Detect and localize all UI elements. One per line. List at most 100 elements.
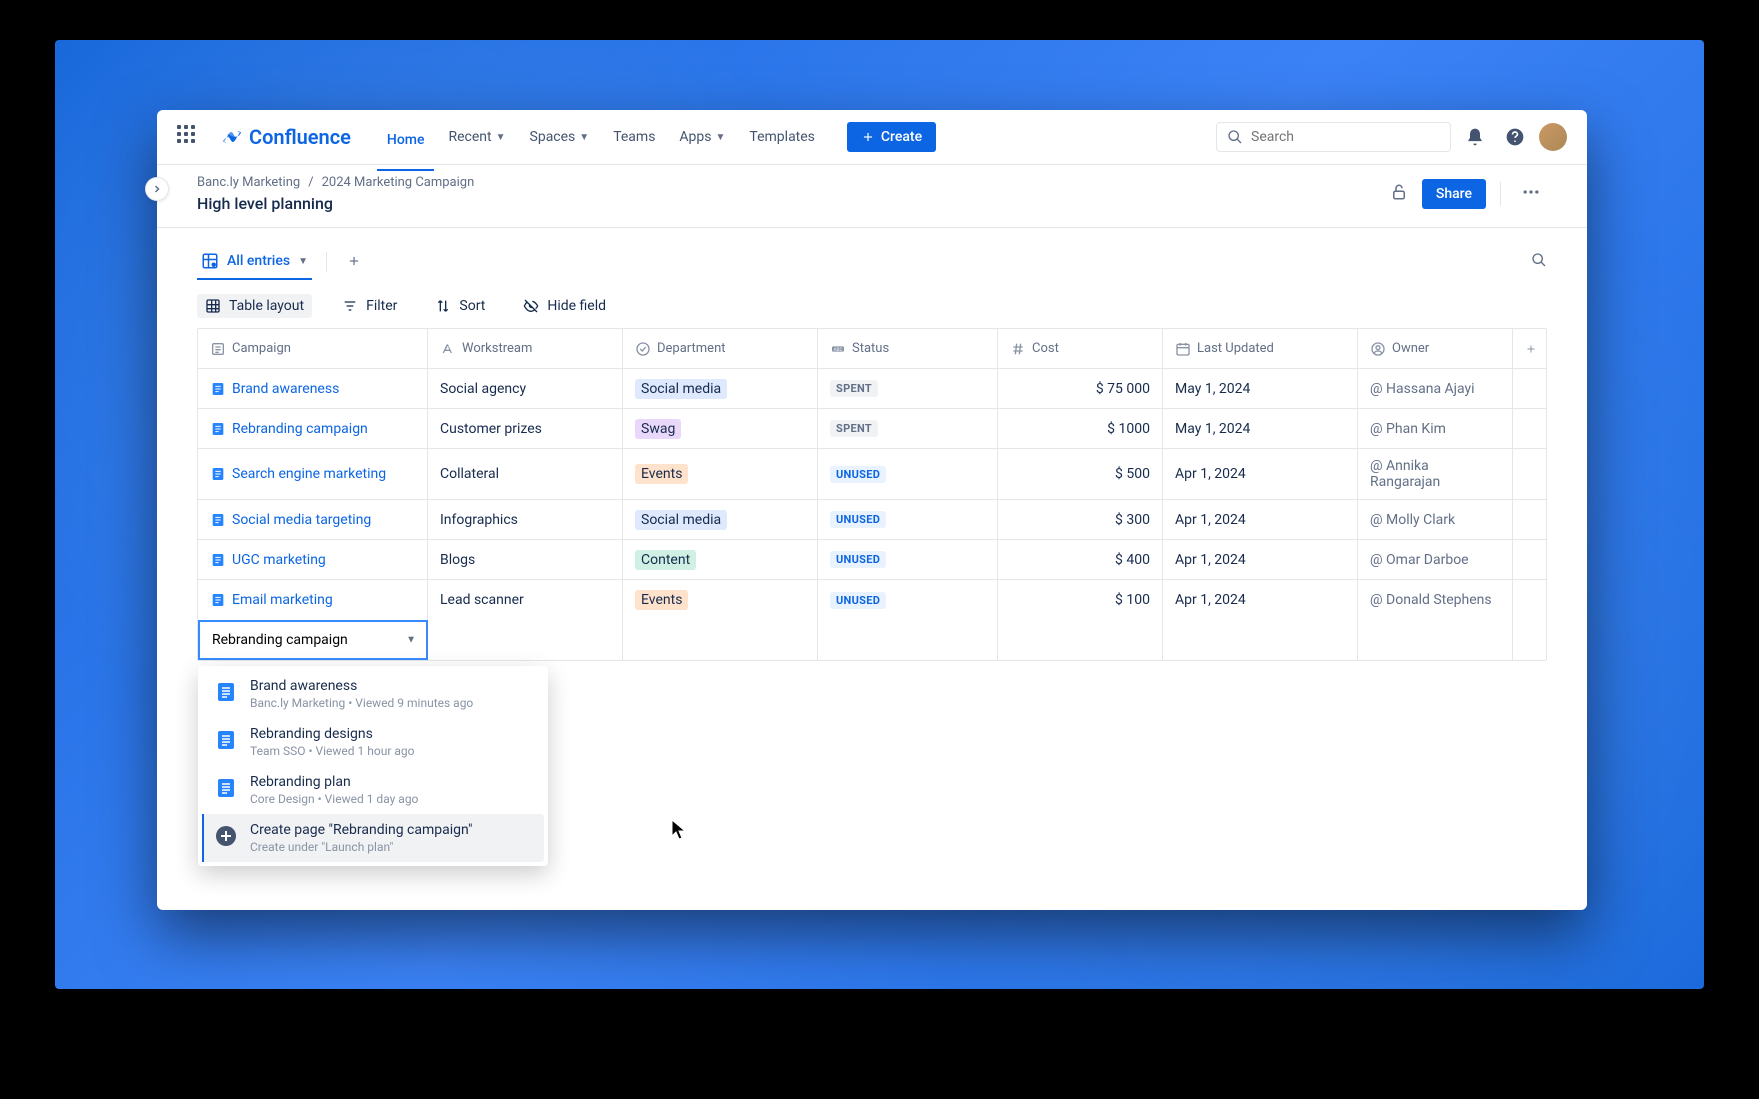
cost-cell[interactable]: $ 100 <box>998 580 1163 620</box>
workstream-cell[interactable]: Infographics <box>428 500 623 539</box>
cost-cell[interactable]: $ 400 <box>998 540 1163 579</box>
chevron-down-icon[interactable]: ▼ <box>406 635 416 646</box>
app-window: Confluence HomeRecent▼Spaces▼TeamsApps▼T… <box>157 110 1587 910</box>
column-header-campaign[interactable]: Campaign <box>198 329 428 368</box>
workstream-cell[interactable]: Lead scanner <box>428 580 623 620</box>
owner-cell[interactable]: @ Molly Clark <box>1358 500 1513 539</box>
campaign-cell[interactable]: Social media targeting <box>198 500 428 539</box>
owner-cell[interactable]: @ Omar Darboe <box>1358 540 1513 579</box>
table-row: UGC marketingBlogsContentUNUSED$ 400Apr … <box>198 540 1546 580</box>
view-search-icon[interactable] <box>1531 252 1547 272</box>
breadcrumb-page[interactable]: 2024 Marketing Campaign <box>322 175 475 190</box>
confluence-logo[interactable]: Confluence <box>221 125 351 149</box>
cost-cell[interactable]: $ 1000 <box>998 409 1163 448</box>
status-cell[interactable]: SPENT <box>818 369 998 408</box>
sort-button[interactable]: Sort <box>427 294 493 318</box>
updated-cell[interactable]: May 1, 2024 <box>1163 409 1358 448</box>
workstream-cell[interactable]: Collateral <box>428 449 623 499</box>
owner-cell[interactable]: @ Hassana Ajayi <box>1358 369 1513 408</box>
table-row: Social media targetingInfographicsSocial… <box>198 500 1546 540</box>
campaign-cell[interactable]: Rebranding campaign <box>198 409 428 448</box>
updated-cell[interactable]: Apr 1, 2024 <box>1163 540 1358 579</box>
chevron-down-icon: ▼ <box>716 132 726 143</box>
hide-field-button[interactable]: Hide field <box>515 294 614 318</box>
status-cell[interactable]: SPENT <box>818 409 998 448</box>
nav-item-teams[interactable]: Teams <box>603 121 665 153</box>
updated-cell[interactable]: Apr 1, 2024 <box>1163 500 1358 539</box>
primary-nav: HomeRecent▼Spaces▼TeamsApps▼Templates <box>377 121 825 153</box>
nav-item-home[interactable]: Home <box>377 121 435 171</box>
restrictions-icon[interactable] <box>1390 183 1408 205</box>
autocomplete-page-option[interactable]: Rebranding designsTeam SSO • Viewed 1 ho… <box>202 718 544 766</box>
page-header: Banc.ly Marketing / 2024 Marketing Campa… <box>157 165 1587 228</box>
nav-item-recent[interactable]: Recent▼ <box>438 121 515 153</box>
department-cell[interactable]: Swag <box>623 409 818 448</box>
column-header-last-updated[interactable]: Last Updated <box>1163 329 1358 368</box>
department-cell[interactable]: Events <box>623 580 818 620</box>
status-cell[interactable]: UNUSED <box>818 449 998 499</box>
workstream-cell[interactable]: Social agency <box>428 369 623 408</box>
cost-cell[interactable]: $ 75 000 <box>998 369 1163 408</box>
search-input[interactable] <box>1216 122 1451 152</box>
user-avatar[interactable] <box>1539 123 1567 151</box>
add-view-button[interactable] <box>341 247 367 278</box>
expand-sidebar-button[interactable] <box>145 177 169 201</box>
breadcrumb-space[interactable]: Banc.ly Marketing <box>197 175 300 190</box>
nav-item-spaces[interactable]: Spaces▼ <box>520 121 600 153</box>
more-actions-icon[interactable] <box>1515 176 1547 212</box>
workstream-cell[interactable]: Customer prizes <box>428 409 623 448</box>
owner-cell[interactable]: @ Annika Rangarajan <box>1358 449 1513 499</box>
table-layout-button[interactable]: Table layout <box>197 294 312 318</box>
top-navigation: Confluence HomeRecent▼Spaces▼TeamsApps▼T… <box>157 110 1587 165</box>
table-header-row: CampaignWorkstreamDepartmentABCStatusCos… <box>198 329 1546 369</box>
chevron-down-icon: ▼ <box>496 132 506 143</box>
autocomplete-create-option[interactable]: Create page "Rebranding campaign"Create … <box>202 814 544 862</box>
cost-cell[interactable]: $ 500 <box>998 449 1163 499</box>
table-row: Search engine marketingCollateralEventsU… <box>198 449 1546 500</box>
autocomplete-page-option[interactable]: Brand awarenessBanc.ly Marketing • Viewe… <box>202 670 544 718</box>
autocomplete-page-option[interactable]: Rebranding planCore Design • Viewed 1 da… <box>202 766 544 814</box>
campaign-input-cell[interactable]: ▼ Brand awarenessBanc.ly Marketing • Vie… <box>198 620 428 660</box>
notifications-icon[interactable] <box>1459 121 1491 153</box>
create-button[interactable]: Create <box>847 122 936 152</box>
cost-cell[interactable]: $ 300 <box>998 500 1163 539</box>
department-cell[interactable]: Social media <box>623 500 818 539</box>
campaign-cell[interactable]: UGC marketing <box>198 540 428 579</box>
chevron-down-icon: ▼ <box>298 256 308 267</box>
table-row: Rebranding campaignCustomer prizesSwagSP… <box>198 409 1546 449</box>
owner-cell[interactable]: @ Donald Stephens <box>1358 580 1513 620</box>
column-header-owner[interactable]: Owner <box>1358 329 1513 368</box>
department-cell[interactable]: Content <box>623 540 818 579</box>
column-header-status[interactable]: ABCStatus <box>818 329 998 368</box>
view-tab-label: All entries <box>227 253 290 269</box>
add-column-button[interactable] <box>1513 329 1549 368</box>
share-button[interactable]: Share <box>1422 179 1486 209</box>
department-cell[interactable]: Events <box>623 449 818 499</box>
campaign-cell[interactable]: Brand awareness <box>198 369 428 408</box>
updated-cell[interactable]: Apr 1, 2024 <box>1163 580 1358 620</box>
nav-item-apps[interactable]: Apps▼ <box>669 121 735 153</box>
search-field[interactable] <box>1251 129 1440 145</box>
filter-button[interactable]: Filter <box>334 294 405 318</box>
updated-cell[interactable]: May 1, 2024 <box>1163 369 1358 408</box>
logo-text: Confluence <box>249 125 351 149</box>
view-tab-all-entries[interactable]: All entries ▼ <box>197 244 312 280</box>
content-area: All entries ▼ Table layout Filter S <box>157 228 1587 661</box>
app-switcher-icon[interactable] <box>177 125 201 149</box>
workstream-cell[interactable]: Blogs <box>428 540 623 579</box>
owner-cell[interactable]: @ Phan Kim <box>1358 409 1513 448</box>
nav-item-templates[interactable]: Templates <box>739 121 825 153</box>
help-icon[interactable] <box>1499 121 1531 153</box>
column-header-cost[interactable]: Cost <box>998 329 1163 368</box>
campaign-cell[interactable]: Email marketing <box>198 580 428 620</box>
department-cell[interactable]: Social media <box>623 369 818 408</box>
status-cell[interactable]: UNUSED <box>818 580 998 620</box>
campaign-cell[interactable]: Search engine marketing <box>198 449 428 499</box>
updated-cell[interactable]: Apr 1, 2024 <box>1163 449 1358 499</box>
status-cell[interactable]: UNUSED <box>818 500 998 539</box>
column-header-department[interactable]: Department <box>623 329 818 368</box>
status-cell[interactable]: UNUSED <box>818 540 998 579</box>
create-label: Create <box>881 129 922 145</box>
campaign-input[interactable] <box>200 623 426 657</box>
column-header-workstream[interactable]: Workstream <box>428 329 623 368</box>
